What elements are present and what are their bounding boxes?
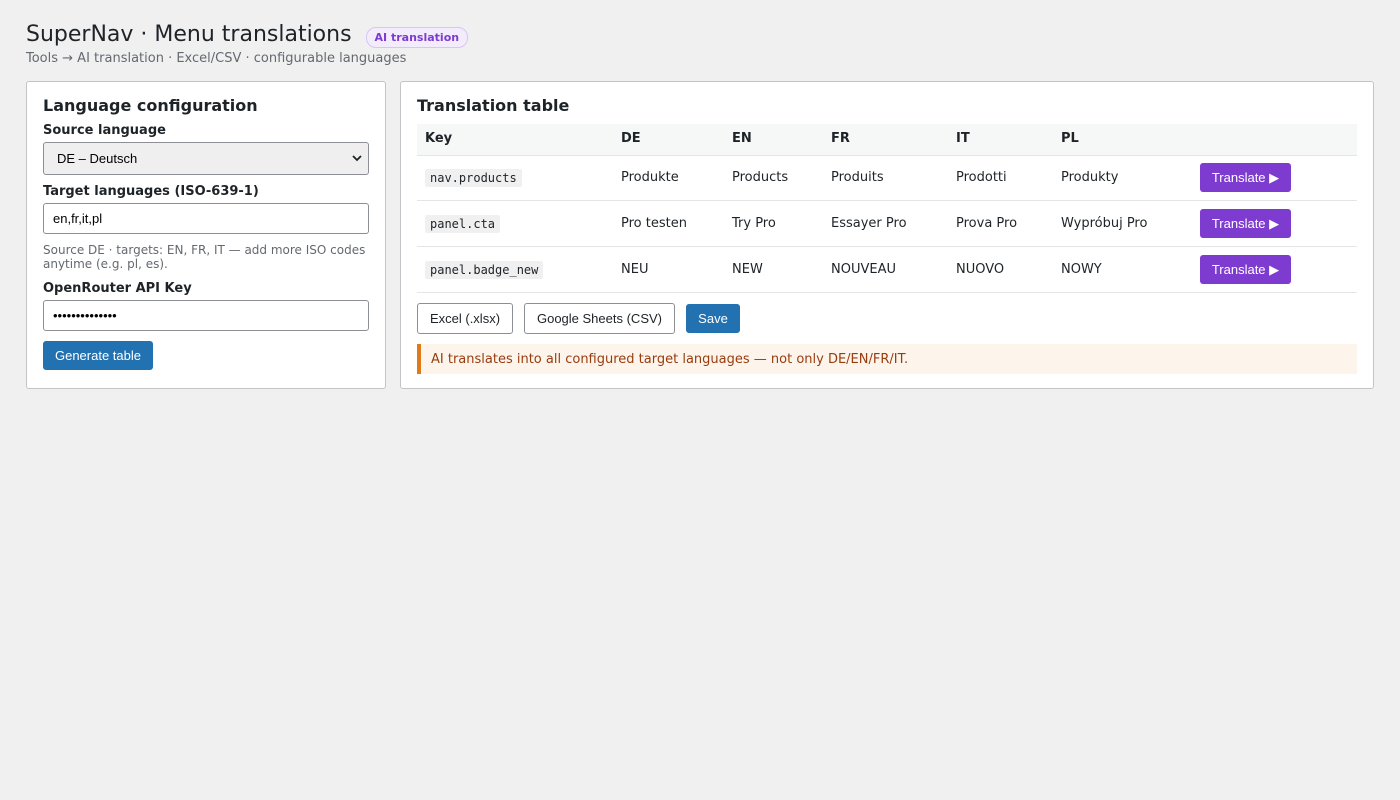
table-heading: Translation table: [417, 96, 570, 115]
table-row: nav.products Produkte Products Produits …: [417, 155, 1357, 201]
table-header: Key DE EN FR IT PL: [417, 124, 1357, 156]
translation-key: nav.products: [425, 169, 522, 187]
ai-translation-badge: AI translation: [365, 26, 469, 48]
column-header-key: Key: [425, 131, 453, 146]
column-header-fr: FR: [831, 131, 850, 146]
cell-it: Prodotti: [956, 170, 1007, 185]
chevron-down-icon: [352, 155, 362, 162]
cell-de: Pro testen: [621, 216, 687, 231]
save-button[interactable]: Save: [686, 304, 740, 333]
cell-pl: Produkty: [1061, 170, 1119, 185]
cell-en: Products: [732, 170, 789, 185]
cell-de: Produkte: [621, 170, 679, 185]
translation-key: panel.cta: [425, 215, 501, 233]
target-languages-label: Target languages (ISO-639-1): [43, 184, 259, 199]
source-language-value: DE – Deutsch: [57, 151, 138, 166]
api-key-field[interactable]: ••••••••••••••: [43, 300, 369, 331]
translate-button[interactable]: Translate ▶: [1200, 255, 1291, 284]
cell-fr: NOUVEAU: [831, 262, 896, 277]
cell-it: Prova Pro: [956, 216, 1018, 231]
column-header-de: DE: [621, 131, 641, 146]
column-header-it: IT: [956, 131, 970, 146]
excel-export-button[interactable]: Excel (.xlsx): [417, 303, 513, 334]
target-languages-value: en,fr,it,pl: [53, 211, 103, 226]
target-languages-input[interactable]: en,fr,it,pl: [43, 203, 369, 234]
source-language-select[interactable]: DE – Deutsch: [43, 142, 369, 175]
generate-table-button[interactable]: Generate table: [43, 341, 153, 370]
table-row: panel.cta Pro testen Try Pro Essayer Pro…: [417, 201, 1357, 247]
translation-key: panel.badge_new: [425, 261, 544, 279]
cell-pl: NOWY: [1061, 262, 1102, 277]
translation-table-card: Translation table Key DE EN FR IT PL nav…: [400, 81, 1374, 389]
cell-en: Try Pro: [732, 216, 776, 231]
api-key-value: ••••••••••••••: [53, 308, 117, 323]
target-languages-help: Source DE · targets: EN, FR, IT — add mo…: [43, 243, 366, 271]
title-row: SuperNav · Menu translations AI translat…: [26, 20, 469, 50]
google-sheets-export-button[interactable]: Google Sheets (CSV): [524, 303, 675, 334]
cell-en: NEW: [732, 262, 763, 277]
cell-fr: Produits: [831, 170, 884, 185]
source-language-label: Source language: [43, 123, 166, 138]
cell-pl: Wypróbuj Pro: [1061, 216, 1148, 231]
translate-button[interactable]: Translate ▶: [1200, 209, 1291, 238]
cell-fr: Essayer Pro: [831, 216, 907, 231]
ai-notice: AI translates into all configured target…: [417, 344, 1357, 374]
cell-it: NUOVO: [956, 262, 1005, 277]
table-row: panel.badge_new NEU NEW NOUVEAU NUOVO NO…: [417, 247, 1357, 293]
api-key-label: OpenRouter API Key: [43, 281, 192, 296]
column-header-en: EN: [732, 131, 752, 146]
cell-de: NEU: [621, 262, 649, 277]
translate-button[interactable]: Translate ▶: [1200, 163, 1291, 192]
column-header-pl: PL: [1061, 131, 1079, 146]
page-title: SuperNav · Menu translations: [26, 22, 352, 47]
language-configuration-card: Language configuration Source language D…: [26, 81, 386, 389]
breadcrumb: Tools → AI translation · Excel/CSV · con…: [26, 51, 407, 66]
config-heading: Language configuration: [43, 96, 258, 115]
